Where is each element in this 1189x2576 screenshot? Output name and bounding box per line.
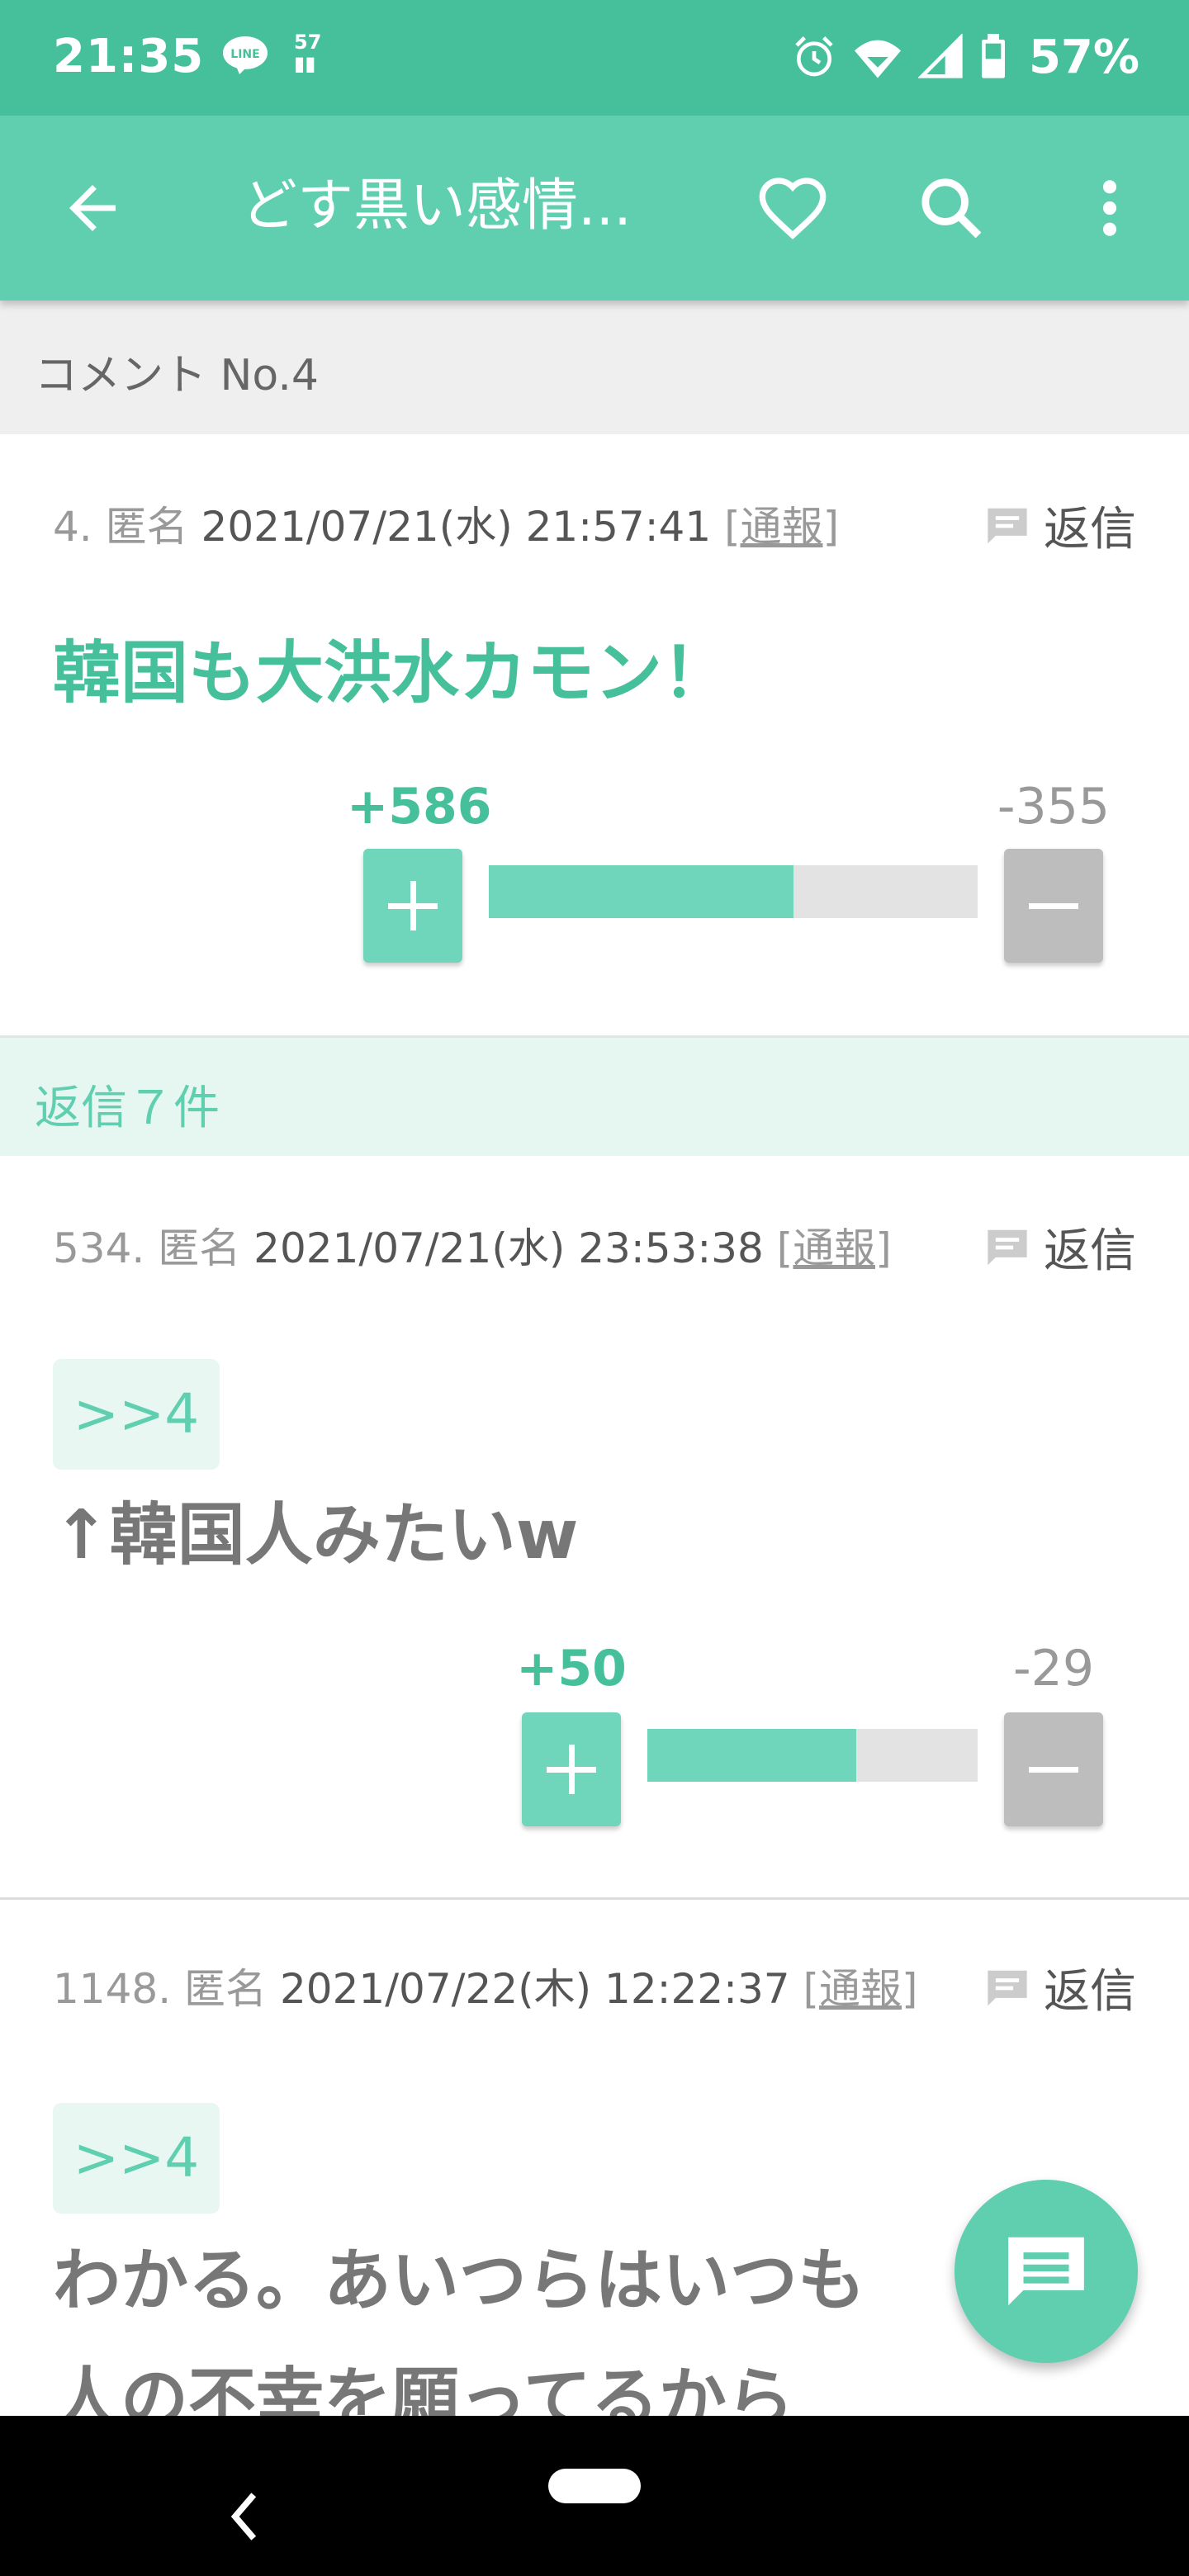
vote-ratio-fill (647, 1729, 857, 1782)
report-link[interactable]: [通報] (803, 1965, 918, 2013)
status-bar: 21:35 LINE 57 ▮▮ 57% (0, 0, 1189, 116)
minus-count: -29 (1013, 1640, 1094, 1698)
write-comment-fab[interactable] (955, 2180, 1138, 2363)
data-usage-icon: 57 ▮▮ (294, 31, 322, 75)
wifi-icon (854, 40, 901, 78)
vote-ratio-fill (489, 865, 793, 918)
anchor-link[interactable]: >>4 (53, 2103, 220, 2214)
reply-icon (988, 1970, 1027, 2005)
nav-home-pill[interactable] (548, 2469, 641, 2503)
alarm-icon (795, 36, 833, 77)
heart-icon[interactable] (756, 172, 829, 244)
status-time: 21:35 (53, 30, 205, 83)
signal-icon (917, 34, 963, 78)
page-title: どす黒い感情... (241, 173, 632, 239)
svg-text:LINE: LINE (230, 48, 259, 61)
replies-header: 返信７件 (0, 1035, 1189, 1156)
report-link[interactable]: [通報] (724, 503, 839, 551)
reply-icon (988, 508, 1027, 543)
app-bar: どす黒い感情... (0, 116, 1189, 301)
comment-meta: 4. 匿名 2021/07/21(水) 21:57:41 [通報] (53, 503, 840, 551)
reply-button[interactable]: 返信 (983, 1954, 1136, 2021)
plus-count: +586 (347, 778, 492, 836)
plus-vote-button[interactable] (363, 849, 462, 963)
reply-button[interactable]: 返信 (983, 1214, 1136, 1281)
back-arrow-icon[interactable] (58, 173, 127, 243)
comment-body: 韓国も大洪水カモン！ (53, 634, 731, 713)
battery-percent: 57% (1028, 30, 1139, 84)
comment-icon (1008, 2237, 1084, 2306)
report-link[interactable]: [通報] (777, 1224, 892, 1272)
comment-body: ↑韓国人みたいw (53, 1496, 579, 1574)
main-comment: 4. 匿名 2021/07/21(水) 21:57:41 [通報] 返信 韓国も… (0, 434, 1189, 1035)
reply-button[interactable]: 返信 (983, 492, 1136, 559)
vote-ratio-bar (489, 865, 978, 918)
reply-comment: 534. 匿名 2021/07/21(水) 23:53:38 [通報] 返信 >… (0, 1156, 1189, 1897)
line-icon: LINE (223, 36, 268, 74)
battery-icon (981, 34, 1005, 78)
anchor-link[interactable]: >>4 (53, 1359, 220, 1470)
minus-vote-button[interactable] (1004, 1712, 1103, 1826)
vote-ratio-bar (647, 1729, 978, 1782)
comment-meta: 534. 匿名 2021/07/21(水) 23:53:38 [通報] (53, 1224, 892, 1272)
search-icon[interactable] (915, 172, 988, 244)
reply-icon (988, 1229, 1027, 1265)
more-vert-icon[interactable] (1088, 172, 1131, 244)
minus-count: -355 (997, 778, 1111, 836)
status-icons: 57% (791, 28, 1139, 86)
minus-vote-button[interactable] (1004, 849, 1103, 963)
comment-number-header: コメント No.4 (0, 301, 1189, 434)
nav-back-icon[interactable] (228, 2492, 261, 2541)
replies-count-label: 返信７件 (35, 1082, 220, 1135)
comment-meta: 1148. 匿名 2021/07/22(木) 12:22:37 [通報] (53, 1965, 918, 2013)
comment-body-line-1: わかる。あいつらはいつも (53, 2242, 866, 2320)
plus-count: +50 (516, 1640, 627, 1698)
comment-number-label: コメント No.4 (35, 351, 319, 400)
plus-vote-button[interactable] (522, 1712, 621, 1826)
system-nav-bar (0, 2416, 1189, 2576)
